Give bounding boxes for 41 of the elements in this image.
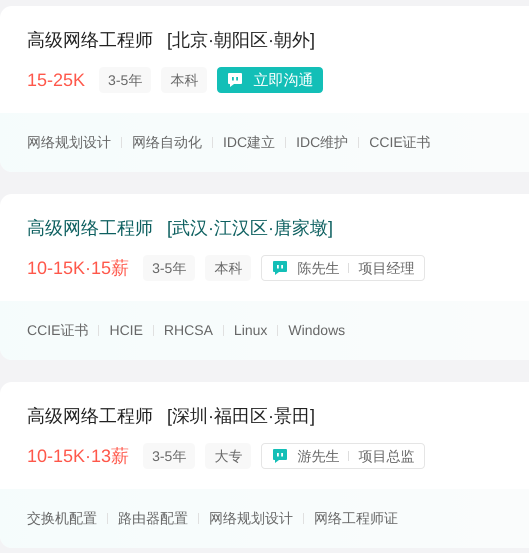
skill-tag: IDC维护 (296, 132, 348, 153)
skill-tag: IDC建立 (223, 132, 276, 153)
job-card[interactable]: 高级网络工程师 [深圳·福田区·景田] 10-15K·13薪 3-5年 大专 游先生 项目总监 交换机配置 路由器配置 网络规划设计 网络工程师证 (0, 382, 529, 548)
requirement-tag: 本科 (161, 67, 208, 93)
requirement-tag: 3-5年 (99, 67, 152, 93)
chat-icon (272, 260, 288, 276)
skill-tag: 交换机配置 (27, 508, 97, 529)
job-title[interactable]: 高级网络工程师 (27, 26, 153, 54)
salary: 15-25K (27, 68, 86, 92)
recruiter-name: 陈先生 (297, 261, 340, 275)
skill-tag: HCIE (109, 320, 143, 341)
skill-tag: 网络规划设计 (27, 132, 111, 153)
recruiter-role: 项目经理 (358, 261, 414, 275)
requirement-tag: 3-5年 (143, 255, 196, 281)
requirement-tag: 3-5年 (143, 443, 196, 469)
skill-tag: CCIE证书 (369, 132, 431, 153)
recruiter-role: 项目总监 (358, 449, 414, 463)
skill-tag: 网络规划设计 (209, 508, 293, 529)
salary: 10-15K·13薪 (27, 444, 130, 468)
skill-tag: CCIE证书 (27, 320, 88, 341)
skill-tag: RHCSA (164, 320, 213, 341)
chat-icon (227, 72, 244, 88)
job-location: [北京·朝阳区·朝外] (167, 28, 315, 52)
recruiter-name: 游先生 (297, 449, 340, 463)
job-location: [深圳·福田区·景田] (167, 404, 315, 428)
recruiter-badge[interactable]: 陈先生 项目经理 (261, 255, 426, 281)
job-card[interactable]: 高级网络工程师 [武汉·江汉区·唐家墩] 10-15K·15薪 3-5年 本科 陈先生 项目经理 CCIE证书 HCIE RHCSA Linux Windows (0, 194, 529, 360)
chat-icon (272, 448, 288, 464)
recruiter-badge[interactable]: 游先生 项目总监 (261, 443, 426, 469)
skill-tag: 网络自动化 (132, 132, 202, 153)
job-title[interactable]: 高级网络工程师 (27, 214, 153, 242)
skill-tag: 网络工程师证 (314, 508, 398, 529)
requirement-tag: 大专 (205, 443, 252, 469)
job-title[interactable]: 高级网络工程师 (27, 402, 153, 430)
skill-tag: Windows (288, 320, 346, 341)
job-card[interactable]: 高级网络工程师 [北京·朝阳区·朝外] 15-25K 3-5年 本科 立即沟通 网络规划设计 网络自动化 IDC建立 IDC维护 CCIE证书 (0, 6, 529, 172)
skill-tag: 路由器配置 (118, 508, 188, 529)
requirement-tag: 本科 (205, 255, 252, 281)
job-location: [武汉·江汉区·唐家墩] (167, 216, 333, 240)
salary: 10-15K·15薪 (27, 256, 130, 280)
skill-tag: Linux (234, 320, 268, 341)
